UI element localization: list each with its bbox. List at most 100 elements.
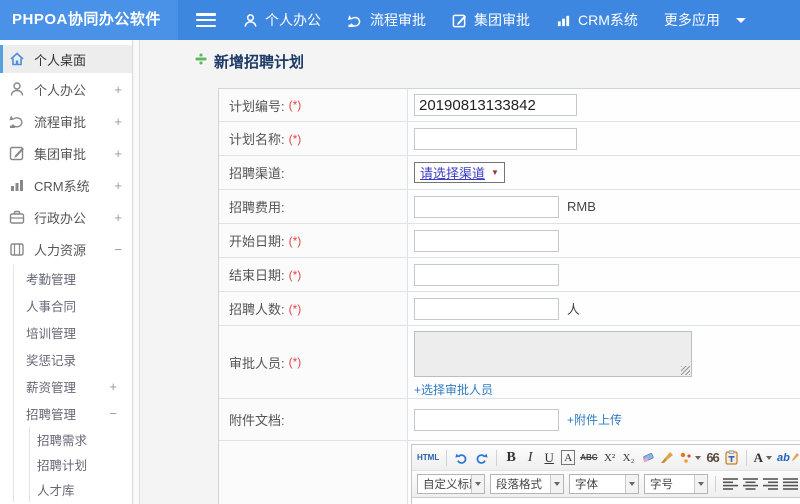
required-mark: (*) [288,301,302,316]
editor-content-area[interactable] [412,498,800,504]
sidebar-item-group-approval[interactable]: 集团审批 + [0,137,132,169]
collapse-icon[interactable]: − [109,406,117,421]
start-date-input[interactable] [414,229,559,252]
select-approvers-link[interactable]: +选择审批人员 [414,381,493,398]
sidebar-item-hr-contract[interactable]: 人事合同 [14,292,132,319]
undo-icon[interactable] [454,449,469,467]
form-row-channel: 招聘渠道: 请选择渠道 ▼ [219,156,800,190]
required-mark: (*) [288,131,302,146]
sidebar-scrollbar[interactable] [134,40,140,504]
sidebar-item-workflow[interactable]: 流程审批 + [0,105,132,137]
align-justify-icon[interactable] [783,475,798,493]
sidebar-item-recruit-demand[interactable]: 招聘需求 [30,427,132,452]
sidebar-item-training[interactable]: 培训管理 [14,319,132,346]
sidebar-item-desktop[interactable]: 个人桌面 [0,45,132,73]
channel-select[interactable]: 请选择渠道 ▼ [414,162,505,183]
nav-crm-system[interactable]: CRM系统 [543,0,651,40]
sidebar-item-crm[interactable]: CRM系统 + [0,169,132,201]
font-color-button[interactable]: A [754,449,772,467]
end-date-input[interactable] [414,263,559,286]
expand-icon[interactable]: + [114,82,122,97]
form-row-content-editor: HTML B I U A ABC X² X₂ 66 A ab 自定义标 段落格式… [219,441,800,504]
align-center-icon[interactable] [743,475,758,493]
sidebar-item-hr[interactable]: 人力资源 − [0,233,132,265]
nav-group-approval[interactable]: 集团审批 [439,0,543,40]
nav-more-apps[interactable]: 更多应用 [651,0,759,40]
edit-icon [9,145,25,161]
form-row-approvers: 审批人员: (*) +选择审批人员 [219,326,800,399]
format-brush-icon[interactable] [660,449,674,467]
font-border-button[interactable]: A [561,450,576,465]
headcount-unit: 人 [567,302,581,317]
sidebar-item-talent-pool[interactable]: 人才库 [30,477,132,502]
chevron-down-icon [765,455,772,460]
sidebar-item-recruit-mgmt[interactable]: 招聘管理 − [14,400,132,427]
chevron-down-icon [471,475,484,493]
expand-icon[interactable]: + [114,178,122,193]
expand-icon[interactable]: + [114,210,122,225]
sidebar-item-personal-office[interactable]: 个人办公 + [0,73,132,105]
people-icon [9,241,25,257]
expand-icon[interactable]: + [109,379,117,394]
chart-icon [9,177,25,193]
home-icon [9,51,25,67]
paragraph-format-select[interactable]: 段落格式 [490,474,564,494]
source-code-button[interactable]: HTML [417,449,439,467]
attachment-input[interactable] [414,408,559,431]
sidebar-item-admin-office[interactable]: 行政办公 + [0,201,132,233]
required-mark: (*) [288,98,302,112]
app-window: PHPOA协同办公软件 个人办公 流程审批 集团审批 CRM系统 更多应用 个人… [0,0,800,504]
plan-name-input[interactable] [414,127,577,150]
app-logo: PHPOA协同办公软件 [0,0,178,40]
form-row-start-date: 开始日期: (*) [219,224,800,258]
italic-button[interactable]: I [523,449,537,467]
custom-title-select[interactable]: 自定义标题 [417,474,485,494]
form-row-fee: 招聘费用: RMB [219,190,800,224]
chevron-down-icon [735,17,746,23]
approvers-textarea[interactable] [414,331,692,377]
sidebar-item-attendance[interactable]: 考勤管理 [14,265,132,292]
expand-icon[interactable]: + [114,114,122,129]
nav-workflow-approval[interactable]: 流程审批 [334,0,439,40]
paste-icon[interactable] [725,449,739,467]
underline-button[interactable]: U [542,449,556,467]
strikethrough-button[interactable]: ABC [580,449,597,467]
headcount-input[interactable] [414,297,559,320]
form-row-headcount: 招聘人数: (*) 人 [219,292,800,326]
auto-typeset-icon[interactable] [679,449,701,467]
sidebar-item-rewards[interactable]: 奖惩记录 [14,346,132,373]
bold-button[interactable]: B [504,449,518,467]
expand-icon[interactable]: + [114,146,122,161]
chevron-down-icon [550,475,563,493]
highlight-color-button[interactable]: ab [777,449,800,467]
required-mark: (*) [288,233,302,248]
edit-icon [452,13,467,28]
workflow-icon [9,113,25,129]
subscript-button[interactable]: X₂ [622,449,636,467]
blockquote-button[interactable]: 66 [706,449,719,467]
sidebar-item-recruit-plan[interactable]: 招聘计划 [30,452,132,477]
recruit-submenu: 招聘需求 招聘计划 人才库 [29,427,132,502]
plan-number-input[interactable] [414,94,577,116]
topbar: PHPOA协同办公软件 个人办公 流程审批 集团审批 CRM系统 更多应用 [0,0,800,40]
form-row-attachment: 附件文档: +附件上传 [219,399,800,441]
superscript-button[interactable]: X² [603,449,617,467]
redo-icon[interactable] [474,449,489,467]
main-content: 新增招聘计划 计划编号:(*) 计划名称:(*) 招聘渠道: 请选择渠道 ▼ [141,40,800,504]
rich-text-editor: HTML B I U A ABC X² X₂ 66 A ab 自定义标 段落格式… [411,444,800,504]
font-family-select[interactable]: 字体 [569,474,639,494]
menu-icon[interactable] [196,13,216,27]
eraser-icon[interactable] [641,449,655,467]
sidebar-item-salary[interactable]: 薪资管理 + [14,373,132,400]
chevron-down-icon [694,475,707,493]
align-left-icon[interactable] [723,475,738,493]
align-right-icon[interactable] [763,475,778,493]
font-size-select[interactable]: 字号 [644,474,708,494]
required-mark: (*) [288,355,302,369]
chevron-down-icon [625,475,638,493]
editor-toolbar-row1: HTML B I U A ABC X² X₂ 66 A ab [412,445,800,471]
nav-personal-office[interactable]: 个人办公 [230,0,334,40]
collapse-icon[interactable]: − [114,242,122,257]
upload-attachment-link[interactable]: +附件上传 [567,411,622,428]
fee-input[interactable] [414,195,559,218]
